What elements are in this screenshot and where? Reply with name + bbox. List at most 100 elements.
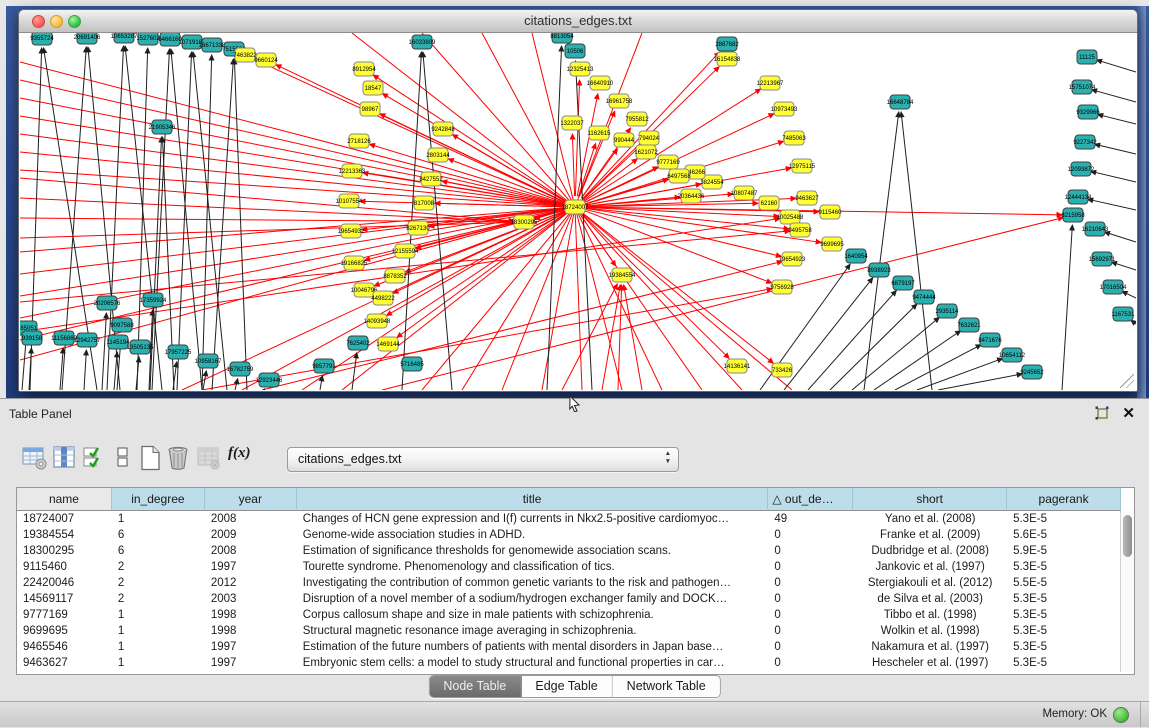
table-cell[interactable]: 0 — [768, 655, 853, 671]
table-cell[interactable]: Investigating the contribution of common… — [297, 575, 769, 591]
close-panel-icon[interactable]: ✕ — [1122, 404, 1135, 422]
table-cell[interactable]: 2 — [112, 591, 205, 607]
table-cell[interactable]: 5.5E-5 — [1007, 575, 1121, 591]
table-cell[interactable]: 14569117 — [17, 591, 112, 607]
table-row[interactable]: 1456911722003Disruption of a novel membe… — [17, 591, 1121, 607]
table-cell[interactable]: 9699695 — [17, 623, 112, 639]
delete-trash-icon[interactable] — [166, 445, 192, 471]
network-view-window[interactable]: citations_edges.txt 93557242069140610653… — [18, 9, 1138, 392]
table-cell[interactable]: 18300295 — [17, 543, 112, 559]
function-builder-icon[interactable]: f(x) — [228, 445, 254, 471]
table-cell[interactable]: 2008 — [205, 511, 297, 527]
column-header-year[interactable]: year — [205, 488, 297, 511]
column-settings-icon[interactable] — [22, 445, 48, 471]
table-cell[interactable]: 5.3E-5 — [1007, 607, 1121, 623]
window-titlebar[interactable]: citations_edges.txt — [19, 10, 1137, 33]
table-scrollbar[interactable] — [1120, 511, 1134, 672]
table-cell[interactable]: 1 — [112, 655, 205, 671]
table-row[interactable]: 977716911998Corpus callosum shape and si… — [17, 607, 1121, 623]
table-cell[interactable]: 9115460 — [17, 559, 112, 575]
table-cell[interactable]: Stergiakouli et al. (2012) — [853, 575, 1007, 591]
table-cell[interactable]: Tourette syndrome. Phenomenology and cla… — [297, 559, 769, 575]
table-cell[interactable]: 0 — [768, 623, 853, 639]
tab-node-table[interactable]: Node Table — [429, 676, 521, 697]
table-cell[interactable]: 6 — [112, 527, 205, 543]
table-selector-dropdown[interactable]: citations_edges.txt ▲▼ — [287, 447, 679, 472]
table-cell[interactable]: 18724007 — [17, 511, 112, 527]
table-cell[interactable]: 5.3E-5 — [1007, 655, 1121, 671]
node-table-grid[interactable]: namein_degreeyeartitle△ out_de…shortpage… — [17, 488, 1121, 672]
table-cell[interactable]: 1998 — [205, 607, 297, 623]
tab-network-table[interactable]: Network Table — [613, 676, 720, 697]
table-cell[interactable]: 5.3E-5 — [1007, 559, 1121, 575]
table-cell[interactable]: 2 — [112, 559, 205, 575]
table-cell[interactable]: 0 — [768, 575, 853, 591]
table-cell[interactable]: 0 — [768, 591, 853, 607]
table-cell[interactable]: Hescheler et al. (1997) — [853, 655, 1007, 671]
tab-edge-table[interactable]: Edge Table — [521, 676, 612, 697]
table-cell[interactable]: 2 — [112, 575, 205, 591]
column-header-title[interactable]: title — [297, 488, 769, 511]
column-header-in_degree[interactable]: in_degree — [112, 488, 205, 511]
table-cell[interactable]: 5.3E-5 — [1007, 591, 1121, 607]
table-cell[interactable]: 1 — [112, 623, 205, 639]
new-table-icon[interactable] — [138, 445, 164, 471]
table-cell[interactable]: 9777169 — [17, 607, 112, 623]
table-cell[interactable]: 2008 — [205, 543, 297, 559]
column-header-name[interactable]: name — [17, 488, 112, 511]
table-cell[interactable]: Yano et al. (2008) — [853, 511, 1007, 527]
table-cell[interactable]: 1 — [112, 639, 205, 655]
table-cell[interactable]: de Silva et al. (2003) — [853, 591, 1007, 607]
table-cell[interactable]: 5.6E-5 — [1007, 527, 1121, 543]
float-panel-icon[interactable] — [1095, 406, 1109, 420]
table-row[interactable]: 911546021997Tourette syndrome. Phenomeno… — [17, 559, 1121, 575]
table-cell[interactable]: 9465546 — [17, 639, 112, 655]
select-rows-icon[interactable] — [82, 445, 108, 471]
table-cell[interactable]: 5.3E-5 — [1007, 623, 1121, 639]
table-cell[interactable]: 22420046 — [17, 575, 112, 591]
table-cell[interactable]: Changes of HCN gene expression and I(f) … — [297, 511, 769, 527]
table-cell[interactable]: 9463627 — [17, 655, 112, 671]
table-cell[interactable]: Disruption of a novel member of a sodium… — [297, 591, 769, 607]
column-header-short[interactable]: short — [853, 488, 1007, 511]
table-cell[interactable]: 2009 — [205, 527, 297, 543]
table-cell[interactable]: Genome-wide association studies in ADHD. — [297, 527, 769, 543]
table-cell[interactable]: Dudbridge et al. (2008) — [853, 543, 1007, 559]
table-cell[interactable]: 0 — [768, 559, 853, 575]
table-cell[interactable]: 1 — [112, 607, 205, 623]
table-row[interactable]: 946554611997Estimation of the future num… — [17, 639, 1121, 655]
table-row[interactable]: 1830029562008Estimation of significance … — [17, 543, 1121, 559]
row-height-icon[interactable] — [110, 445, 136, 471]
table-cell[interactable]: Estimation of significance thresholds fo… — [297, 543, 769, 559]
table-cell[interactable]: 6 — [112, 543, 205, 559]
table-cell[interactable]: Embryonic stem cells: a model to study s… — [297, 655, 769, 671]
table-row[interactable]: 2242004622012Investigating the contribut… — [17, 575, 1121, 591]
table-cell[interactable]: Estimation of the future numbers of pati… — [297, 639, 769, 655]
table-cell[interactable]: 2003 — [205, 591, 297, 607]
window-resize-grip[interactable] — [1120, 374, 1134, 388]
table-row[interactable]: 969969511998Structural magnetic resonanc… — [17, 623, 1121, 639]
table-row[interactable]: 1872400712008Changes of HCN gene express… — [17, 511, 1121, 527]
table-cell[interactable]: 5.3E-5 — [1007, 639, 1121, 655]
table-cell[interactable]: 2012 — [205, 575, 297, 591]
table-cell[interactable]: Structural magnetic resonance image aver… — [297, 623, 769, 639]
table-cell[interactable]: Corpus callosum shape and size in male p… — [297, 607, 769, 623]
table-cell[interactable]: Nakamura et al. (1997) — [853, 639, 1007, 655]
table-cell[interactable]: 1997 — [205, 559, 297, 575]
network-canvas[interactable]: 9355724206914061065328715276026466160107… — [20, 33, 1136, 390]
table-cell[interactable]: 1 — [112, 511, 205, 527]
table-cell[interactable]: Franke et al. (2009) — [853, 527, 1007, 543]
show-columns-icon[interactable] — [52, 445, 78, 471]
table-cell[interactable]: 0 — [768, 527, 853, 543]
table-cell[interactable]: 1997 — [205, 655, 297, 671]
table-cell[interactable]: 19384554 — [17, 527, 112, 543]
column-header-out_de[interactable]: △ out_de… — [768, 488, 853, 511]
column-header-pagerank[interactable]: pagerank — [1007, 488, 1121, 511]
table-cell[interactable]: 49 — [768, 511, 853, 527]
table-row[interactable]: 1938455462009Genome-wide association stu… — [17, 527, 1121, 543]
table-scrollbar-thumb[interactable] — [1123, 515, 1132, 557]
table-cell[interactable]: Jankovic et al. (1997) — [853, 559, 1007, 575]
table-cell[interactable]: 1998 — [205, 623, 297, 639]
table-cell[interactable]: 1997 — [205, 639, 297, 655]
table-cell[interactable]: 0 — [768, 543, 853, 559]
